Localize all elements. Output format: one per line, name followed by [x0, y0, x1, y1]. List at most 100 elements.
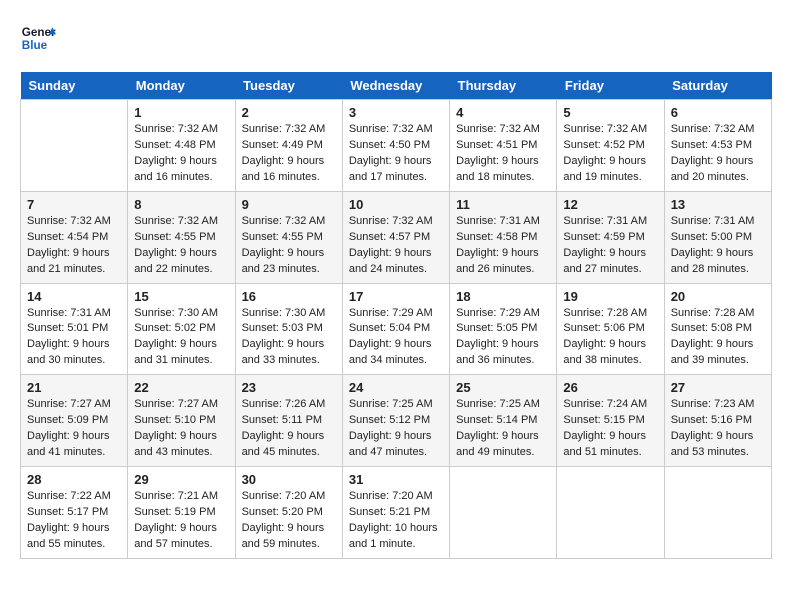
day-info: Sunrise: 7:21 AMSunset: 5:19 PMDaylight:… [134, 489, 228, 553]
calendar-cell: 16 Sunrise: 7:30 AMSunset: 5:03 PMDayligh… [235, 283, 342, 375]
day-number: 28 [27, 472, 121, 487]
calendar-cell: 7 Sunrise: 7:32 AMSunset: 4:54 PMDaylight… [21, 191, 128, 283]
day-info: Sunrise: 7:32 AMSunset: 4:48 PMDaylight:… [134, 122, 228, 186]
day-number: 16 [242, 289, 336, 304]
calendar-cell: 8 Sunrise: 7:32 AMSunset: 4:55 PMDaylight… [128, 191, 235, 283]
calendar-cell [450, 467, 557, 559]
calendar-cell: 29 Sunrise: 7:21 AMSunset: 5:19 PMDayligh… [128, 467, 235, 559]
calendar-cell: 20 Sunrise: 7:28 AMSunset: 5:08 PMDayligh… [664, 283, 771, 375]
day-info: Sunrise: 7:25 AMSunset: 5:14 PMDaylight:… [456, 397, 550, 461]
calendar-cell: 11Sunrise: 7:31 AMSunset: 4:58 PMDayligh… [450, 191, 557, 283]
day-info: Sunrise: 7:32 AMSunset: 4:55 PMDaylight:… [134, 214, 228, 278]
day-info: Sunrise: 7:30 AMSunset: 5:02 PMDaylight:… [134, 306, 228, 370]
calendar-cell [557, 467, 664, 559]
day-header-friday: Friday [557, 72, 664, 100]
day-number: 19 [563, 289, 657, 304]
day-number: 17 [349, 289, 443, 304]
calendar-week-row: 7 Sunrise: 7:32 AMSunset: 4:54 PMDaylight… [21, 191, 772, 283]
calendar-cell: 1 Sunrise: 7:32 AMSunset: 4:48 PMDaylight… [128, 100, 235, 192]
day-info: Sunrise: 7:29 AMSunset: 5:04 PMDaylight:… [349, 306, 443, 370]
day-info: Sunrise: 7:25 AMSunset: 5:12 PMDaylight:… [349, 397, 443, 461]
day-info: Sunrise: 7:31 AMSunset: 5:01 PMDaylight:… [27, 306, 121, 370]
calendar-cell: 22Sunrise: 7:27 AMSunset: 5:10 PMDayligh… [128, 375, 235, 467]
day-number: 4 [456, 105, 550, 120]
day-info: Sunrise: 7:32 AMSunset: 4:52 PMDaylight:… [563, 122, 657, 186]
day-header-sunday: Sunday [21, 72, 128, 100]
day-number: 14 [27, 289, 121, 304]
calendar-cell: 18 Sunrise: 7:29 AMSunset: 5:05 PMDayligh… [450, 283, 557, 375]
day-info: Sunrise: 7:30 AMSunset: 5:03 PMDaylight:… [242, 306, 336, 370]
calendar-cell [664, 467, 771, 559]
day-info: Sunrise: 7:31 AMSunset: 5:00 PMDaylight:… [671, 214, 765, 278]
calendar-cell: 9 Sunrise: 7:32 AMSunset: 4:55 PMDaylight… [235, 191, 342, 283]
day-number: 10 [349, 197, 443, 212]
calendar-cell: 31 Sunrise: 7:20 AMSunset: 5:21 PMDayligh… [342, 467, 449, 559]
day-number: 20 [671, 289, 765, 304]
logo: General Blue [20, 20, 56, 56]
day-header-thursday: Thursday [450, 72, 557, 100]
day-number: 8 [134, 197, 228, 212]
day-number: 7 [27, 197, 121, 212]
day-number: 3 [349, 105, 443, 120]
day-number: 1 [134, 105, 228, 120]
day-number: 18 [456, 289, 550, 304]
day-number: 2 [242, 105, 336, 120]
calendar-cell: 19 Sunrise: 7:28 AMSunset: 5:06 PMDayligh… [557, 283, 664, 375]
day-number: 15 [134, 289, 228, 304]
calendar-cell: 26Sunrise: 7:24 AMSunset: 5:15 PMDayligh… [557, 375, 664, 467]
calendar-cell: 3 Sunrise: 7:32 AMSunset: 4:50 PMDaylight… [342, 100, 449, 192]
day-info: Sunrise: 7:24 AMSunset: 5:15 PMDaylight:… [563, 397, 657, 461]
day-number: 21 [27, 380, 121, 395]
calendar-cell: 23 Sunrise: 7:26 AMSunset: 5:11 PMDayligh… [235, 375, 342, 467]
day-number: 13 [671, 197, 765, 212]
day-number: 31 [349, 472, 443, 487]
calendar-cell: 4Sunrise: 7:32 AMSunset: 4:51 PMDaylight… [450, 100, 557, 192]
day-info: Sunrise: 7:20 AMSunset: 5:20 PMDaylight:… [242, 489, 336, 553]
day-info: Sunrise: 7:32 AMSunset: 4:50 PMDaylight:… [349, 122, 443, 186]
day-info: Sunrise: 7:27 AMSunset: 5:09 PMDaylight:… [27, 397, 121, 461]
day-info: Sunrise: 7:31 AMSunset: 4:59 PMDaylight:… [563, 214, 657, 278]
calendar-cell: 30 Sunrise: 7:20 AMSunset: 5:20 PMDayligh… [235, 467, 342, 559]
day-info: Sunrise: 7:20 AMSunset: 5:21 PMDaylight:… [349, 489, 443, 553]
calendar-cell: 24 Sunrise: 7:25 AMSunset: 5:12 PMDayligh… [342, 375, 449, 467]
day-number: 12 [563, 197, 657, 212]
calendar-cell: 13 Sunrise: 7:31 AMSunset: 5:00 PMDayligh… [664, 191, 771, 283]
calendar-cell: 2Sunrise: 7:32 AMSunset: 4:49 PMDaylight… [235, 100, 342, 192]
day-info: Sunrise: 7:22 AMSunset: 5:17 PMDaylight:… [27, 489, 121, 553]
day-number: 25 [456, 380, 550, 395]
day-number: 27 [671, 380, 765, 395]
calendar-cell: 5 Sunrise: 7:32 AMSunset: 4:52 PMDaylight… [557, 100, 664, 192]
day-info: Sunrise: 7:32 AMSunset: 4:53 PMDaylight:… [671, 122, 765, 186]
calendar-cell: 17 Sunrise: 7:29 AMSunset: 5:04 PMDayligh… [342, 283, 449, 375]
calendar-week-row: 14 Sunrise: 7:31 AMSunset: 5:01 PMDayligh… [21, 283, 772, 375]
calendar-cell: 27Sunrise: 7:23 AMSunset: 5:16 PMDayligh… [664, 375, 771, 467]
day-info: Sunrise: 7:28 AMSunset: 5:08 PMDaylight:… [671, 306, 765, 370]
day-number: 23 [242, 380, 336, 395]
calendar-cell [21, 100, 128, 192]
calendar-cell: 25 Sunrise: 7:25 AMSunset: 5:14 PMDayligh… [450, 375, 557, 467]
svg-text:Blue: Blue [22, 39, 48, 52]
calendar-cell: 6 Sunrise: 7:32 AMSunset: 4:53 PMDaylight… [664, 100, 771, 192]
day-number: 5 [563, 105, 657, 120]
day-header-saturday: Saturday [664, 72, 771, 100]
day-number: 22 [134, 380, 228, 395]
day-number: 6 [671, 105, 765, 120]
day-number: 29 [134, 472, 228, 487]
day-info: Sunrise: 7:28 AMSunset: 5:06 PMDaylight:… [563, 306, 657, 370]
day-number: 24 [349, 380, 443, 395]
day-info: Sunrise: 7:32 AMSunset: 4:57 PMDaylight:… [349, 214, 443, 278]
calendar-week-row: 21 Sunrise: 7:27 AMSunset: 5:09 PMDayligh… [21, 375, 772, 467]
day-info: Sunrise: 7:29 AMSunset: 5:05 PMDaylight:… [456, 306, 550, 370]
day-header-monday: Monday [128, 72, 235, 100]
day-number: 30 [242, 472, 336, 487]
day-info: Sunrise: 7:32 AMSunset: 4:54 PMDaylight:… [27, 214, 121, 278]
day-number: 9 [242, 197, 336, 212]
day-header-wednesday: Wednesday [342, 72, 449, 100]
calendar-cell: 14 Sunrise: 7:31 AMSunset: 5:01 PMDayligh… [21, 283, 128, 375]
calendar-cell: 10 Sunrise: 7:32 AMSunset: 4:57 PMDayligh… [342, 191, 449, 283]
day-info: Sunrise: 7:26 AMSunset: 5:11 PMDaylight:… [242, 397, 336, 461]
logo-icon: General Blue [20, 20, 56, 56]
day-info: Sunrise: 7:32 AMSunset: 4:55 PMDaylight:… [242, 214, 336, 278]
calendar-body: 1 Sunrise: 7:32 AMSunset: 4:48 PMDaylight… [21, 100, 772, 559]
day-header-tuesday: Tuesday [235, 72, 342, 100]
